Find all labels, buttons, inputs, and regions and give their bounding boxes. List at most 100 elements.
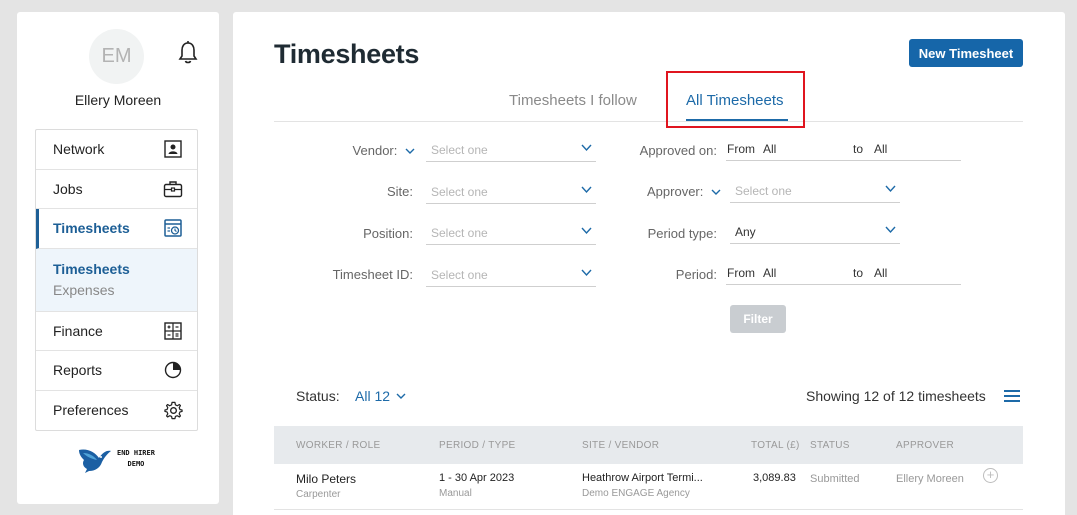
- sidebar-item-label: Preferences: [53, 402, 129, 419]
- logo-line-2: DEMO: [127, 460, 145, 468]
- position-select[interactable]: Select one: [426, 223, 596, 245]
- site-select-placeholder: Select one: [431, 185, 488, 199]
- filter-button[interactable]: Filter: [730, 305, 786, 333]
- tabs-divider: [274, 121, 1023, 122]
- worker-role: Carpenter: [296, 489, 341, 500]
- period-filter-label: Period:: [675, 267, 717, 282]
- chevron-down-icon: [405, 148, 415, 154]
- period-type-select[interactable]: Any: [730, 222, 900, 244]
- site-name: Heathrow Airport Termi...: [582, 472, 703, 484]
- timesheet-id-filter-label: Timesheet ID:: [332, 267, 413, 282]
- approver-select-placeholder: Select one: [735, 184, 792, 198]
- column-header-worker[interactable]: WORKER / ROLE: [296, 440, 380, 451]
- period-type-select-value: Any: [735, 225, 756, 239]
- status-label: Status:: [296, 388, 340, 404]
- column-header-approver[interactable]: APPROVER: [896, 440, 954, 451]
- sidebar: EM Ellery Moreen Network Jobs Timesheets…: [17, 12, 219, 504]
- calculator-icon: [163, 321, 183, 341]
- table-row[interactable]: Milo Peters Carpenter 1 - 30 Apr 2023 Ma…: [274, 464, 1023, 510]
- column-header-site[interactable]: SITE / VENDOR: [582, 440, 659, 451]
- column-header-status[interactable]: STATUS: [810, 440, 850, 451]
- vendor-select[interactable]: Select one: [426, 140, 596, 162]
- bell-icon[interactable]: [177, 40, 199, 66]
- period-range[interactable]: From All to All: [726, 263, 961, 285]
- chevron-down-icon: [581, 186, 592, 194]
- timesheet-id-select[interactable]: Select one: [426, 265, 596, 287]
- table-header: WORKER / ROLE PERIOD / TYPE SITE / VENDO…: [274, 426, 1023, 464]
- approved-on-to-value[interactable]: All: [874, 139, 887, 159]
- position-select-placeholder: Select one: [431, 226, 488, 240]
- sidebar-item-label: Finance: [53, 322, 103, 339]
- sidebar-nav: Network Jobs Timesheets Timesheets Expen…: [35, 129, 198, 431]
- chevron-down-icon: [885, 226, 896, 234]
- sidebar-item-label: Network: [53, 141, 105, 158]
- position-filter-label: Position:: [363, 226, 413, 241]
- results-count: Showing 12 of 12 timesheets: [806, 388, 986, 404]
- list-view-icon[interactable]: [1004, 389, 1020, 403]
- avatar[interactable]: EM: [89, 29, 144, 84]
- approver-value: Ellery Moreen: [896, 473, 964, 485]
- vendor-select-placeholder: Select one: [431, 143, 488, 157]
- status-dropdown[interactable]: All 12: [355, 388, 406, 404]
- chevron-down-icon: [885, 185, 896, 193]
- sidebar-item-finance[interactable]: Finance: [36, 312, 197, 351]
- sidebar-submenu: Timesheets Expenses: [36, 248, 197, 312]
- logo-line-1: END HIRER: [117, 449, 155, 457]
- tab-timesheets-i-follow[interactable]: Timesheets I follow: [509, 92, 637, 109]
- bird-logo-icon: [79, 449, 111, 473]
- sidebar-item-preferences[interactable]: Preferences: [36, 391, 197, 431]
- chevron-down-icon: [396, 393, 406, 399]
- chevron-down-icon: [711, 189, 721, 195]
- chevron-down-icon: [581, 227, 592, 235]
- approved-on-range[interactable]: From All to All: [726, 139, 961, 161]
- sidebar-item-reports[interactable]: Reports: [36, 351, 197, 391]
- period-to-label: to: [853, 266, 864, 280]
- period-to-value[interactable]: All: [874, 263, 887, 283]
- gear-icon: [163, 400, 183, 420]
- chevron-down-icon: [581, 144, 592, 152]
- user-name: Ellery Moreen: [74, 92, 162, 108]
- approved-on-from-value[interactable]: All: [763, 139, 776, 159]
- period-type-value: Manual: [439, 488, 472, 499]
- contact-card-icon: [163, 139, 183, 159]
- status-dropdown-value: All 12: [355, 388, 391, 404]
- page-title: Timesheets: [274, 39, 420, 69]
- pie-chart-icon: [163, 360, 183, 380]
- column-header-period[interactable]: PERIOD / TYPE: [439, 440, 516, 451]
- new-timesheet-button[interactable]: New Timesheet: [909, 39, 1023, 67]
- column-header-total[interactable]: TOTAL (£): [751, 440, 800, 451]
- approved-on-from-label: From: [727, 142, 755, 156]
- main-panel: Timesheets New Timesheet Timesheets I fo…: [233, 12, 1065, 515]
- site-filter-label: Site:: [386, 184, 413, 199]
- sidebar-item-jobs[interactable]: Jobs: [36, 170, 197, 209]
- period-type-filter-label: Period type:: [647, 226, 717, 241]
- approved-on-filter-label: Approved on:: [639, 143, 717, 158]
- approved-on-to-label: to: [853, 142, 864, 156]
- period-from-label: From: [727, 266, 755, 280]
- timesheet-id-select-placeholder: Select one: [431, 268, 488, 282]
- sidebar-item-network[interactable]: Network: [36, 130, 197, 170]
- briefcase-icon: [163, 179, 183, 199]
- sidebar-item-label: Timesheets: [53, 220, 130, 237]
- approver-select[interactable]: Select one: [730, 181, 900, 203]
- chevron-down-icon: [581, 269, 592, 277]
- vendor-label-text: Vendor:: [352, 143, 398, 158]
- status-value: Submitted: [810, 473, 860, 485]
- worker-name[interactable]: Milo Peters: [296, 472, 356, 486]
- highlight-annotation-box: [666, 71, 805, 128]
- period-range-value: 1 - 30 Apr 2023: [439, 472, 515, 484]
- approver-label-text: Approver:: [647, 184, 704, 199]
- vendor-filter-label[interactable]: Vendor:: [340, 143, 415, 158]
- sidebar-item-label: Reports: [53, 362, 103, 379]
- site-select[interactable]: Select one: [426, 182, 596, 204]
- timesheet-icon: [163, 218, 183, 238]
- period-from-value[interactable]: All: [763, 263, 776, 283]
- expand-plus-icon[interactable]: +: [983, 468, 998, 483]
- sidebar-item-label: Jobs: [53, 180, 83, 197]
- approver-filter-label[interactable]: Approver:: [613, 184, 721, 199]
- brand-logo: END HIRER DEMO: [77, 444, 155, 474]
- sidebar-subitem-expenses[interactable]: Expenses: [53, 280, 183, 301]
- sidebar-subitem-timesheets[interactable]: Timesheets: [53, 259, 183, 280]
- sidebar-item-timesheets[interactable]: Timesheets: [36, 209, 197, 249]
- vendor-name: Demo ENGAGE Agency: [582, 488, 690, 499]
